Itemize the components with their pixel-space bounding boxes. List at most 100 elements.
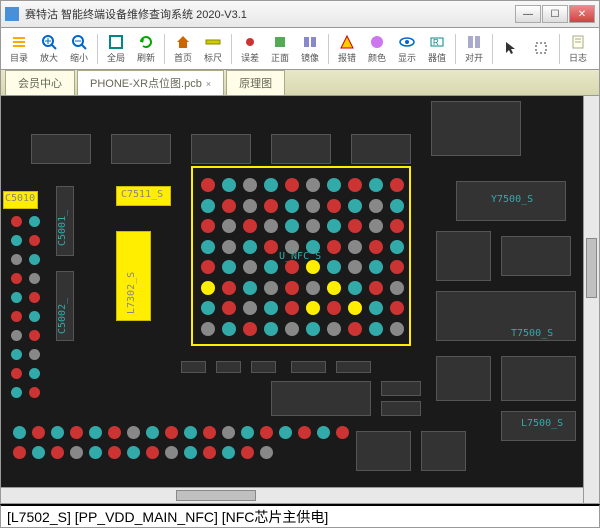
tab-0[interactable]: 会员中心: [5, 70, 75, 95]
bga-pad[interactable]: [348, 240, 362, 254]
bga-pad[interactable]: [222, 301, 236, 315]
bga-pad[interactable]: [306, 260, 320, 274]
left-pad[interactable]: [29, 387, 40, 398]
toolbar-eye[interactable]: 显示: [393, 31, 421, 67]
bga-pad[interactable]: [285, 219, 299, 233]
left-pad[interactable]: [29, 330, 40, 341]
toolbar-refresh[interactable]: 刷新: [132, 31, 160, 67]
bga-pad[interactable]: [369, 301, 383, 315]
left-pad[interactable]: [29, 235, 40, 246]
bga-pad[interactable]: [243, 322, 257, 336]
bga-pad[interactable]: [243, 301, 257, 315]
bga-pad[interactable]: [327, 199, 341, 213]
bottom-pad[interactable]: [51, 426, 64, 439]
bga-pad[interactable]: [306, 199, 320, 213]
bga-pad[interactable]: [348, 219, 362, 233]
bottom-pad[interactable]: [222, 426, 235, 439]
bga-pad[interactable]: [306, 240, 320, 254]
left-pad[interactable]: [11, 311, 22, 322]
bottom-pad[interactable]: [184, 426, 197, 439]
pcb-canvas[interactable]: C5010 C5001_ C7511_S C5002_ L7302_S U_NF…: [0, 96, 600, 504]
bottom-pad[interactable]: [108, 426, 121, 439]
bga-pad[interactable]: [390, 219, 404, 233]
toolbar-zoom-in[interactable]: 放大: [35, 31, 63, 67]
bga-pad[interactable]: [327, 301, 341, 315]
bga-pad[interactable]: [264, 281, 278, 295]
bga-pad[interactable]: [285, 199, 299, 213]
bottom-pad[interactable]: [127, 446, 140, 459]
bga-pad[interactable]: [306, 178, 320, 192]
bottom-pad[interactable]: [203, 446, 216, 459]
toolbar-cursor[interactable]: [497, 31, 525, 67]
bottom-pad[interactable]: [203, 426, 216, 439]
left-pad[interactable]: [11, 273, 22, 284]
bga-pad[interactable]: [222, 281, 236, 295]
bga-pad[interactable]: [285, 260, 299, 274]
bga-pad[interactable]: [285, 178, 299, 192]
toolbar-ruler[interactable]: 标尺: [199, 31, 227, 67]
toolbar-val[interactable]: R器值: [423, 31, 451, 67]
bga-pad[interactable]: [222, 219, 236, 233]
bottom-pad[interactable]: [241, 446, 254, 459]
bga-pad[interactable]: [327, 219, 341, 233]
bga-pad[interactable]: [201, 260, 215, 274]
bottom-pad[interactable]: [165, 446, 178, 459]
bga-pad[interactable]: [222, 240, 236, 254]
bga-pad[interactable]: [369, 240, 383, 254]
minimize-button[interactable]: —: [515, 5, 541, 23]
component-t7500[interactable]: [436, 291, 576, 341]
bga-pad[interactable]: [243, 199, 257, 213]
bga-pad[interactable]: [369, 322, 383, 336]
bga-pad[interactable]: [285, 281, 299, 295]
bga-pad[interactable]: [390, 240, 404, 254]
toolbar-log[interactable]: 日志: [564, 31, 592, 67]
left-pad[interactable]: [29, 349, 40, 360]
left-pad[interactable]: [11, 387, 22, 398]
left-pad[interactable]: [29, 254, 40, 265]
bga-pad[interactable]: [390, 178, 404, 192]
bga-pad[interactable]: [201, 322, 215, 336]
bottom-pad[interactable]: [260, 446, 273, 459]
bga-pad[interactable]: [390, 301, 404, 315]
bga-pad[interactable]: [306, 301, 320, 315]
bga-pad[interactable]: [201, 301, 215, 315]
bga-pad[interactable]: [264, 260, 278, 274]
left-pad[interactable]: [29, 311, 40, 322]
bga-pad[interactable]: [201, 178, 215, 192]
bottom-pad[interactable]: [279, 426, 292, 439]
bottom-pad[interactable]: [146, 426, 159, 439]
bga-pad[interactable]: [201, 240, 215, 254]
toolbar-list[interactable]: 目录: [5, 31, 33, 67]
bga-pad[interactable]: [348, 322, 362, 336]
left-pad[interactable]: [29, 216, 40, 227]
bga-pad[interactable]: [264, 240, 278, 254]
bga-pad[interactable]: [327, 178, 341, 192]
bga-pad[interactable]: [264, 322, 278, 336]
toolbar-split[interactable]: 对开: [460, 31, 488, 67]
bga-pad[interactable]: [348, 281, 362, 295]
maximize-button[interactable]: ☐: [542, 5, 568, 23]
bga-pad[interactable]: [285, 240, 299, 254]
bottom-pad[interactable]: [298, 426, 311, 439]
bga-pad[interactable]: [348, 301, 362, 315]
bottom-pad[interactable]: [89, 446, 102, 459]
bottom-pad[interactable]: [32, 446, 45, 459]
bga-pad[interactable]: [243, 240, 257, 254]
bottom-pad[interactable]: [241, 426, 254, 439]
bga-pad[interactable]: [390, 199, 404, 213]
bga-pad[interactable]: [390, 322, 404, 336]
bottom-pad[interactable]: [222, 446, 235, 459]
toolbar-sel[interactable]: [527, 31, 555, 67]
bottom-pad[interactable]: [13, 446, 26, 459]
left-pad[interactable]: [29, 368, 40, 379]
left-pad[interactable]: [11, 330, 22, 341]
bottom-pad[interactable]: [317, 426, 330, 439]
bga-pad[interactable]: [306, 281, 320, 295]
bottom-pad[interactable]: [127, 426, 140, 439]
bga-pad[interactable]: [369, 281, 383, 295]
left-pad[interactable]: [11, 235, 22, 246]
bga-pad[interactable]: [327, 322, 341, 336]
bottom-pad[interactable]: [108, 446, 121, 459]
vertical-scrollbar[interactable]: [583, 96, 599, 503]
toolbar-dot[interactable]: 误差: [236, 31, 264, 67]
